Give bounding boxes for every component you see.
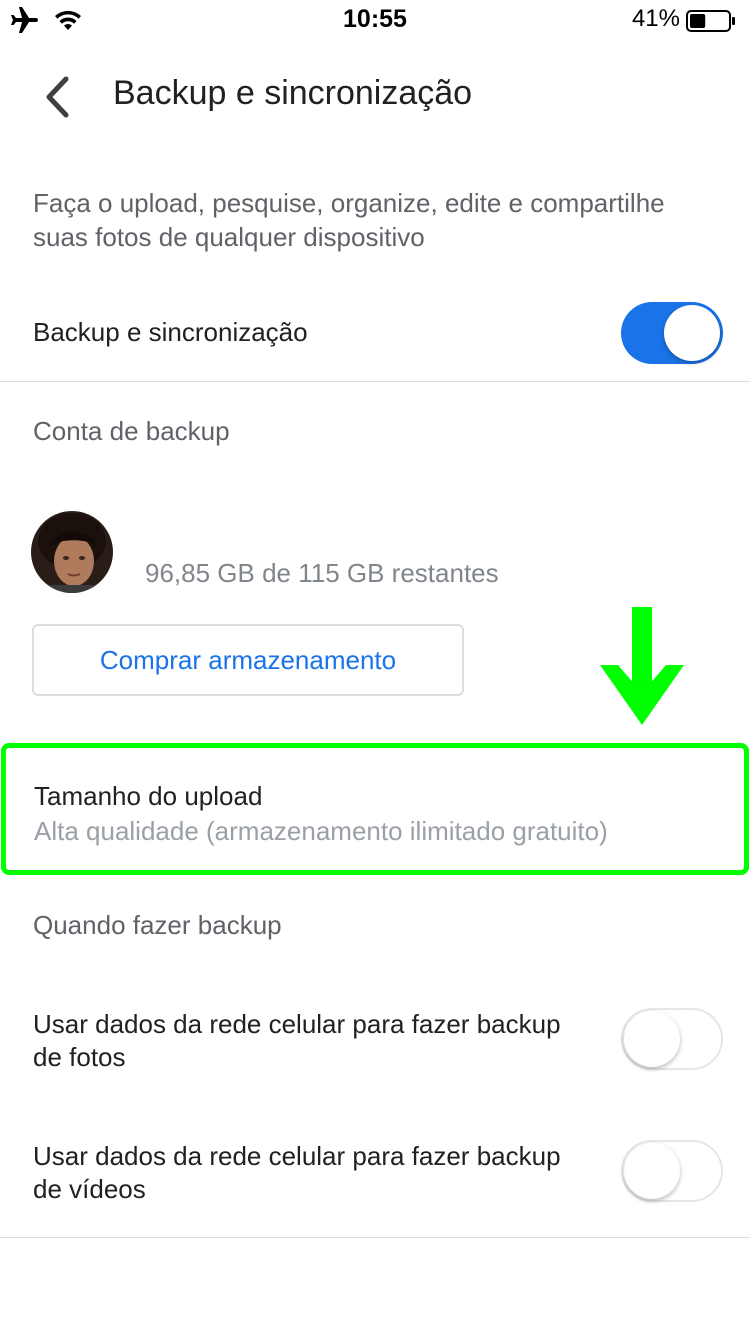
avatar[interactable]: [31, 511, 113, 593]
cellular-videos-switch[interactable]: [621, 1140, 723, 1202]
intro-text: Faça o upload, pesquise, organize, edite…: [33, 188, 665, 252]
cellular-photos-switch[interactable]: [621, 1008, 723, 1070]
divider: [0, 1237, 750, 1238]
battery-percent: 41%: [631, 5, 680, 32]
divider: [0, 381, 750, 382]
buy-storage-button[interactable]: Comprar armazenamento: [32, 624, 464, 696]
arrow-down-icon: [600, 607, 684, 725]
storage-remaining: 96,85 GB de 115 GB restantes: [145, 558, 499, 588]
upload-size-row[interactable]: Tamanho do upload Alta qualidade (armaze…: [1, 743, 749, 875]
page-title: Backup e sincronização: [113, 74, 473, 112]
upload-size-title: Tamanho do upload: [34, 781, 263, 811]
battery-icon: [686, 10, 735, 32]
cellular-videos-label: Usar dados da rede celular para fazer ba…: [33, 1141, 561, 1204]
cellular-photos-label: Usar dados da rede celular para fazer ba…: [33, 1009, 561, 1072]
screen: 10:55 41% Backup e sincronização Faça o …: [0, 0, 750, 1334]
battery-fill: [690, 14, 706, 28]
when-backup-header: Quando fazer backup: [33, 910, 282, 940]
backup-sync-label: Backup e sincronização: [33, 317, 308, 347]
back-button[interactable]: [30, 70, 84, 124]
avatar-image: [31, 511, 113, 593]
switch-knob: [624, 1143, 680, 1199]
switch-knob: [664, 305, 720, 361]
chevron-left-icon: [46, 76, 69, 118]
upload-size-value: Alta qualidade (armazenamento ilimitado …: [34, 816, 608, 846]
backup-account-header: Conta de backup: [33, 416, 230, 446]
status-bar: 10:55 41%: [0, 0, 750, 40]
backup-sync-switch[interactable]: [621, 302, 723, 364]
switch-knob: [624, 1011, 680, 1067]
